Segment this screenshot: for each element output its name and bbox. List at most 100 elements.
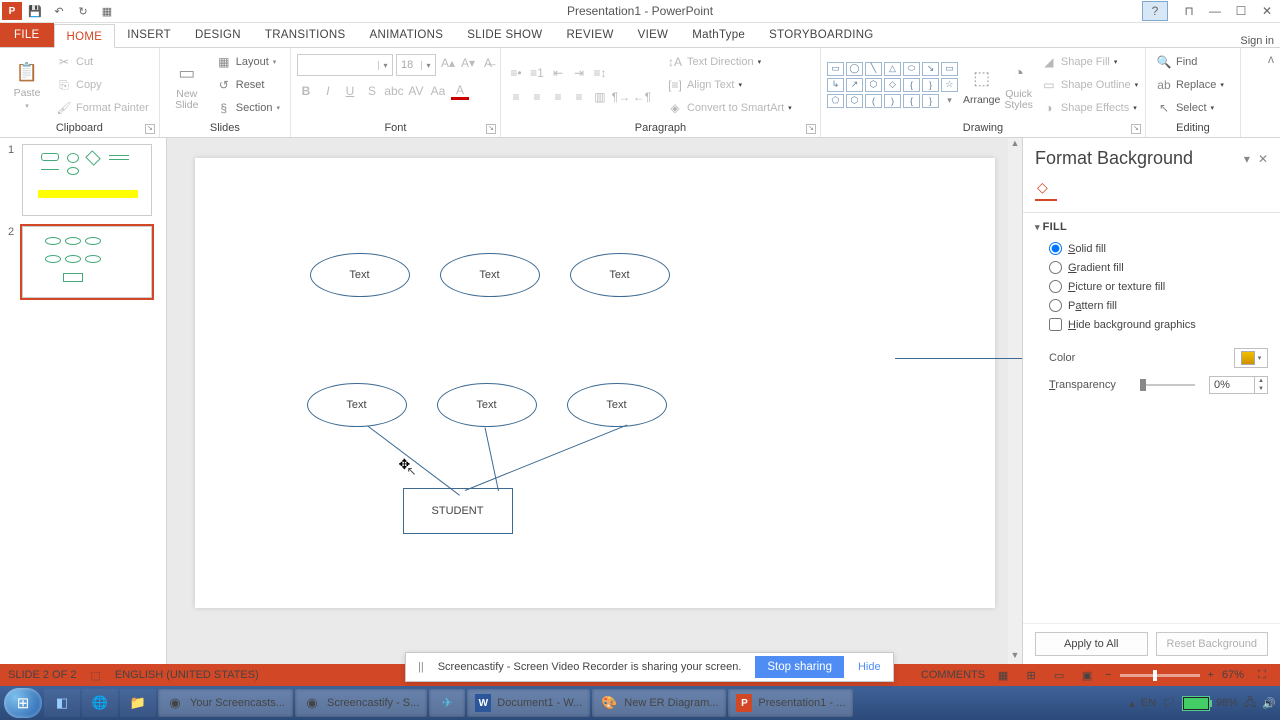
align-right-icon[interactable]: ≡: [549, 88, 567, 106]
ellipse-shape[interactable]: Text: [440, 253, 540, 297]
taskbar-pinned[interactable]: 🌐: [82, 689, 118, 717]
tab-file[interactable]: FILE: [0, 23, 54, 47]
arrange-button[interactable]: ⬚ Arrange: [963, 65, 1000, 106]
fit-to-window-icon[interactable]: ⛶: [1252, 667, 1272, 683]
close-pane-icon[interactable]: ✕: [1258, 152, 1268, 166]
ellipse-shape[interactable]: Text: [567, 383, 667, 427]
justify-icon[interactable]: ≡: [570, 88, 588, 106]
rtl-icon[interactable]: ←¶: [633, 88, 651, 106]
hide-banner-button[interactable]: Hide: [858, 661, 881, 673]
tab-storyboarding[interactable]: STORYBOARDING: [757, 23, 885, 47]
scroll-up-icon[interactable]: ▲: [1009, 138, 1021, 152]
tray-volume-icon[interactable]: 🔊: [1262, 697, 1276, 710]
sign-in-link[interactable]: Sign in: [1240, 35, 1280, 47]
pattern-fill-option[interactable]: Pattern fill: [1035, 296, 1268, 315]
transparency-input[interactable]: ▲▼: [1209, 376, 1268, 394]
start-slideshow-icon[interactable]: ▦: [96, 1, 118, 21]
reset-background-button[interactable]: Reset Background: [1156, 632, 1269, 656]
zoom-out-icon[interactable]: −: [1105, 669, 1111, 681]
tab-design[interactable]: DESIGN: [183, 23, 253, 47]
bullets-icon[interactable]: ≡•: [507, 64, 525, 82]
cut-button[interactable]: ✂Cut: [52, 52, 153, 72]
tray-network-icon[interactable]: 🖧: [1244, 694, 1256, 713]
taskbar-word[interactable]: WDocument1 - W...: [467, 689, 590, 717]
language-indicator[interactable]: ENGLISH (UNITED STATES): [115, 669, 259, 681]
dialog-launcher-icon[interactable]: ↘: [806, 124, 816, 134]
tab-view[interactable]: VIEW: [626, 23, 681, 47]
dialog-launcher-icon[interactable]: ↘: [1131, 124, 1141, 134]
picture-fill-option[interactable]: Picture or texture fill: [1035, 277, 1268, 296]
spacing-button[interactable]: AV: [407, 82, 425, 100]
connector-line[interactable]: [464, 424, 627, 490]
strike-button[interactable]: S: [363, 82, 381, 100]
font-name-input[interactable]: ▾: [297, 54, 393, 76]
ltr-icon[interactable]: ¶→: [612, 88, 630, 106]
help-icon[interactable]: ?: [1142, 1, 1168, 21]
fill-section-header[interactable]: FILL: [1035, 221, 1268, 233]
collapse-ribbon-icon[interactable]: ʌ: [1262, 48, 1280, 137]
tray-lang[interactable]: EN: [1141, 697, 1156, 709]
color-picker-button[interactable]: ▾: [1234, 348, 1268, 368]
shapes-gallery[interactable]: ▭◯╲△⬭↘▭ ↳↗⬡◇{}☆ ⬠⬡(){}▾: [827, 62, 959, 109]
reset-button[interactable]: ↺Reset: [212, 75, 284, 95]
text-direction-button[interactable]: ↕AText Direction ▾: [663, 52, 796, 72]
grow-font-icon[interactable]: A▴: [439, 54, 457, 72]
sorter-view-icon[interactable]: ⊞: [1021, 667, 1041, 683]
ellipse-shape[interactable]: Text: [310, 253, 410, 297]
columns-icon[interactable]: ▥: [591, 88, 609, 106]
select-button[interactable]: ↖Select ▾: [1152, 98, 1228, 118]
restore-button[interactable]: ☐: [1228, 1, 1254, 21]
shrink-font-icon[interactable]: A▾: [459, 54, 477, 72]
zoom-level[interactable]: 67%: [1222, 669, 1244, 681]
shape-effects-button[interactable]: ◑Shape Effects ▾: [1037, 98, 1142, 118]
font-color-button[interactable]: A: [451, 82, 469, 100]
underline-button[interactable]: U: [341, 82, 359, 100]
tab-slideshow[interactable]: SLIDE SHOW: [455, 23, 554, 47]
reading-view-icon[interactable]: ▭: [1049, 667, 1069, 683]
line-spacing-icon[interactable]: ≡↕: [591, 64, 609, 82]
undo-icon[interactable]: ↶: [48, 1, 70, 21]
new-slide-button[interactable]: ▭ New Slide: [166, 59, 208, 111]
quick-styles-button[interactable]: ◔ Quick Styles: [1004, 59, 1033, 111]
slideshow-view-icon[interactable]: ▣: [1077, 667, 1097, 683]
shadow-button[interactable]: abc: [385, 82, 403, 100]
taskbar-telegram[interactable]: ✈: [429, 689, 465, 717]
layout-button[interactable]: ▦Layout ▾: [212, 52, 284, 72]
find-button[interactable]: 🔍Find: [1152, 52, 1228, 72]
outdent-icon[interactable]: ⇤: [549, 64, 567, 82]
ellipse-shape[interactable]: Text: [570, 253, 670, 297]
dialog-launcher-icon[interactable]: ↘: [145, 124, 155, 134]
slide-canvas[interactable]: Text Text Text Text Text Text STUDENT ✥↖: [195, 158, 995, 608]
section-button[interactable]: §Section ▾: [212, 98, 284, 118]
align-left-icon[interactable]: ≡: [507, 88, 525, 106]
pane-options-icon[interactable]: ▾: [1244, 152, 1250, 166]
redo-icon[interactable]: ↻: [72, 1, 94, 21]
gradient-fill-option[interactable]: Gradient fill: [1035, 258, 1268, 277]
zoom-slider[interactable]: [1120, 674, 1200, 677]
taskbar-paint[interactable]: 🎨New ER Diagram...: [592, 689, 726, 717]
stop-sharing-button[interactable]: Stop sharing: [755, 656, 844, 678]
replace-button[interactable]: abReplace ▾: [1152, 75, 1228, 95]
indent-icon[interactable]: ⇥: [570, 64, 588, 82]
ellipse-shape[interactable]: Text: [437, 383, 537, 427]
connector-line[interactable]: [895, 358, 1023, 359]
thumbnail-1[interactable]: 1: [8, 144, 158, 216]
shape-fill-button[interactable]: ◢Shape Fill ▾: [1037, 52, 1142, 72]
align-center-icon[interactable]: ≡: [528, 88, 546, 106]
start-button[interactable]: ⊞: [4, 688, 42, 718]
connector-line[interactable]: [366, 425, 459, 496]
battery-icon[interactable]: [1182, 696, 1210, 711]
clear-format-icon[interactable]: A̶: [479, 54, 497, 72]
smartart-button[interactable]: ◈Convert to SmartArt ▾: [663, 98, 796, 118]
tab-review[interactable]: REVIEW: [554, 23, 625, 47]
vertical-scrollbar[interactable]: ▲▼: [1008, 138, 1022, 664]
solid-fill-option[interactable]: Solid fill: [1035, 239, 1268, 258]
taskbar-pinned[interactable]: ◧: [44, 689, 80, 717]
comments-button[interactable]: COMMENTS: [921, 669, 985, 681]
tab-transitions[interactable]: TRANSITIONS: [253, 23, 358, 47]
tab-animations[interactable]: ANIMATIONS: [358, 23, 456, 47]
spellcheck-icon[interactable]: ⬚: [90, 669, 100, 682]
numbering-icon[interactable]: ≡1: [528, 64, 546, 82]
ribbon-options-icon[interactable]: ⊓: [1176, 1, 1202, 21]
tab-insert[interactable]: INSERT: [115, 23, 183, 47]
